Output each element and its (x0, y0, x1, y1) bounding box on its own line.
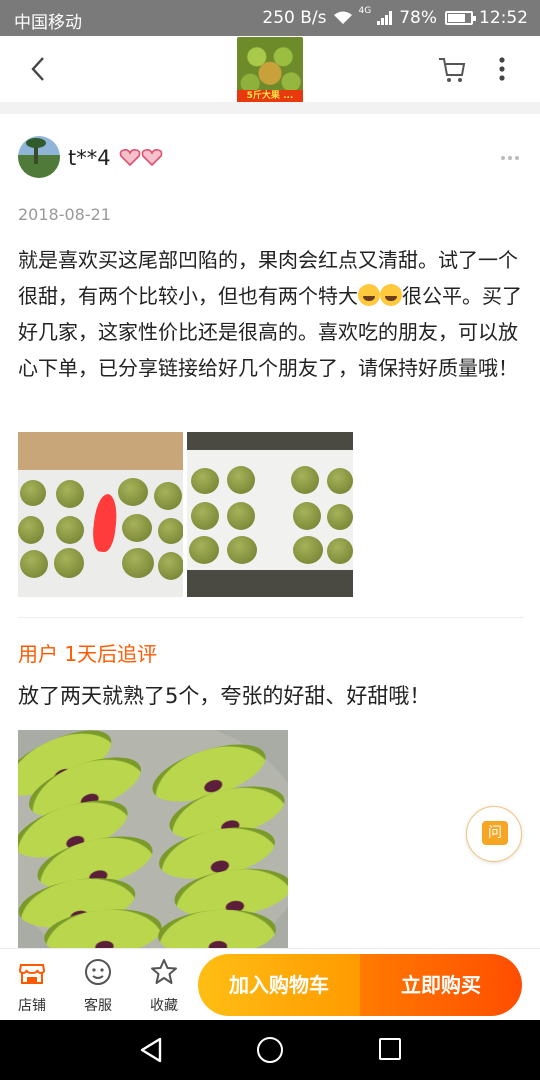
horizontal-dots-icon (501, 156, 519, 160)
reviewer-name: t**4 (68, 146, 111, 170)
network-type-label: 4G (358, 6, 372, 16)
vertical-dots-icon (499, 57, 505, 81)
carrier-label: 中国移动 (14, 13, 82, 33)
favorite-button[interactable]: 收藏 (136, 957, 192, 1015)
status-right: 250 B/s 4G 78% 12:52 (262, 6, 528, 28)
shopping-cart-icon (439, 58, 466, 82)
service-label: 客服 (84, 998, 112, 1014)
hearts-icon (118, 146, 166, 168)
chevron-left-icon (31, 57, 44, 81)
system-nav-bar (0, 1020, 540, 1080)
bottom-action-bar: 店铺 客服 收藏 加入购物车 立即购买 (0, 948, 540, 1020)
avatar[interactable] (18, 136, 60, 178)
review-text: 就是喜欢买这尾部凹陷的，果肉会红点又清甜。试了一个很甜，有两个比较小，但也有两个… (18, 242, 524, 386)
star-icon (151, 959, 177, 984)
back-button[interactable] (22, 52, 56, 86)
purchase-buttons: 加入购物车 立即购买 (198, 954, 522, 1016)
favorite-label: 收藏 (150, 998, 178, 1014)
shop-icon (18, 964, 46, 984)
review-divider (18, 617, 524, 618)
signal-icon (377, 11, 393, 25)
clock: 12:52 (479, 8, 528, 28)
square-recent-icon[interactable] (379, 1038, 401, 1060)
grinning-sweat-emoji-icon (358, 284, 380, 306)
cart-button[interactable] (436, 54, 468, 86)
add-to-cart-button[interactable]: 加入购物车 (198, 954, 360, 1016)
section-separator (0, 102, 540, 114)
follow-up-text: 放了两天就熟了5个，夸张的好甜、好甜哦！ (18, 684, 431, 708)
grinning-sweat-emoji-icon (380, 284, 402, 306)
top-header: 5斤大果 ... (0, 36, 540, 103)
follow-up-photo[interactable] (18, 730, 288, 948)
follow-up-title: 用户 1天后追评 (18, 642, 158, 666)
review-photo-2[interactable] (187, 432, 353, 597)
buy-now-button[interactable]: 立即购买 (360, 954, 522, 1016)
battery-percent: 78% (399, 8, 437, 28)
status-bar: 中国移动 250 B/s 4G 78% 12:52 (0, 0, 540, 36)
review-more-button[interactable] (500, 146, 520, 160)
product-thumbnail[interactable]: 5斤大果 ... (237, 37, 303, 103)
review-photo-1[interactable] (18, 432, 183, 597)
question-icon: 问 (482, 821, 508, 845)
network-speed: 250 B/s (262, 8, 327, 28)
wifi-icon (333, 11, 353, 25)
circle-home-icon[interactable] (257, 1037, 283, 1063)
review-date: 2018-08-21 (18, 205, 111, 224)
triangle-back-icon[interactable] (138, 1036, 164, 1064)
battery-icon (445, 11, 476, 25)
more-menu-button[interactable] (492, 52, 512, 86)
ask-button[interactable]: 问 (466, 806, 522, 862)
shop-label: 店铺 (18, 998, 46, 1014)
shop-button[interactable]: 店铺 (4, 957, 60, 1015)
service-face-icon (85, 959, 111, 985)
service-button[interactable]: 客服 (70, 957, 126, 1015)
